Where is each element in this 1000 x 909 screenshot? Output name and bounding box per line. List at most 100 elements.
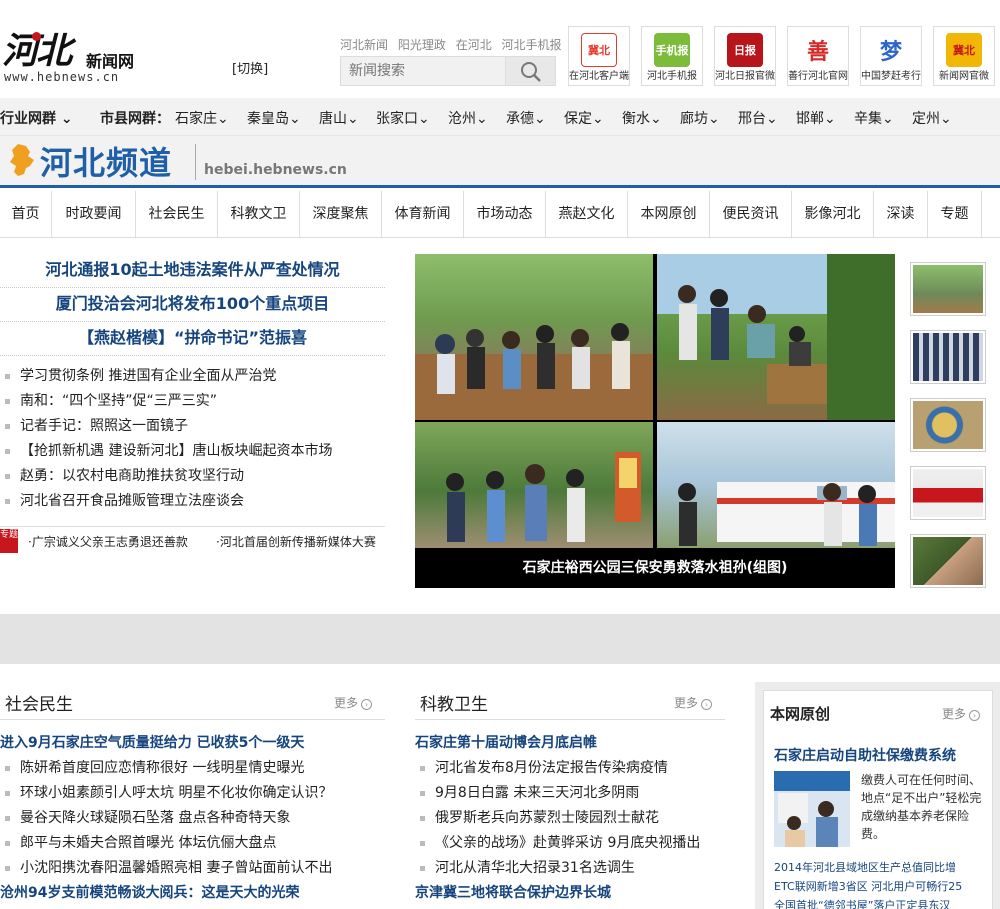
news-weibo-icon: 冀北 <box>946 33 982 67</box>
chevron-down-icon: ⌄ <box>708 111 720 127</box>
switch-link[interactable]: [切换] <box>232 58 268 77</box>
chevron-down-icon: ⌄ <box>824 111 836 127</box>
channel-name: 河北频道 <box>40 144 173 182</box>
app-daily-weibo[interactable]: 日报 河北日报官微 <box>714 26 776 86</box>
search-icon <box>521 62 541 82</box>
region-nav: 行业网群 ⌄ 市县网群： 石家庄⌄ 秦皇岛⌄ 唐山⌄ 张家口⌄ 沧州⌄ 承德⌄ … <box>0 98 1000 136</box>
bullet-icon <box>420 791 425 796</box>
app-label: 中国梦赶考行 <box>861 71 921 82</box>
list-item[interactable]: 2014年河北县域地区生产总值同比增 <box>774 859 956 875</box>
bullet-icon <box>5 374 10 379</box>
slide-thumbnail[interactable] <box>910 534 986 588</box>
section-title: 本网原创 <box>770 705 831 723</box>
chevron-down-icon: ⌄ <box>882 111 894 127</box>
region-item[interactable]: 邢台⌄ <box>738 108 778 128</box>
tab-home[interactable]: 首页 <box>0 191 52 237</box>
slide-caption[interactable]: 石家庄裕西公园三保安勇救落水祖孙(组图) <box>415 548 895 588</box>
chevron-down-icon: ⌄ <box>766 111 778 127</box>
tab-deep-read[interactable]: 深读 <box>874 191 928 237</box>
top-link[interactable]: 在河北 <box>456 38 492 52</box>
more-link[interactable]: 更多 › <box>334 694 373 711</box>
chevron-down-icon: ⌄ <box>347 111 359 127</box>
bullet-icon <box>5 816 10 821</box>
bullet-icon <box>5 474 10 479</box>
app-links: 冀北 在河北客户端 手机报 河北手机报 日报 河北日报官微 善 善行河北官网 梦… <box>568 26 998 88</box>
site-header: 河北 新闻网 www.hebnews.cn [切换] 河北新闻 阳光理政 在河北… <box>0 0 1000 98</box>
headline-link[interactable]: 【燕赵楷模】“拼命书记”范振喜 <box>0 322 385 356</box>
more-link[interactable]: 更多 › <box>942 705 981 722</box>
chevron-down-icon: ⌄ <box>217 111 229 127</box>
headline-link[interactable]: 厦门投洽会河北将发布100个重点项目 <box>0 288 385 322</box>
bullet-icon <box>420 841 425 846</box>
region-item[interactable]: 保定⌄ <box>564 108 604 128</box>
app-zaihebei[interactable]: 冀北 在河北客户端 <box>568 26 630 86</box>
section-title: 科教卫生 <box>420 695 488 715</box>
top-link[interactable]: 阳光理政 <box>398 38 446 52</box>
lead-link[interactable]: 进入9月石家庄空气质量挺给力 已收获5个一级天 <box>0 732 304 752</box>
tab-services[interactable]: 便民资讯 <box>710 191 792 237</box>
special-link[interactable]: ·河北首届创新传播新媒体大赛 <box>216 533 376 550</box>
lead-link[interactable]: 京津冀三地将联合保护边界长城 <box>415 882 611 902</box>
tab-in-depth[interactable]: 深度聚焦 <box>300 191 382 237</box>
logo-mark: 河北 <box>2 30 72 72</box>
channel-host: hebei.hebnews.cn <box>204 162 347 178</box>
region-item[interactable]: 衡水⌄ <box>622 108 662 128</box>
region-item[interactable]: 邯郸⌄ <box>796 108 836 128</box>
slide-thumbnail[interactable] <box>910 330 986 384</box>
tab-politics[interactable]: 时政要闻 <box>52 191 136 237</box>
app-label: 在河北客户端 <box>569 71 629 82</box>
tab-market[interactable]: 市场动态 <box>464 191 546 237</box>
section-original: 本网原创 更多 › 石家庄启动自助社保缴费系统 缴费人可在任何时间、地点“足不出户… <box>755 682 1000 909</box>
list-item[interactable]: ETC联网新增3省区 河北用户可畅行25 <box>774 878 962 894</box>
chevron-down-icon: ⌄ <box>476 111 488 127</box>
app-news-weibo[interactable]: 冀北 新闻网官微 <box>933 26 995 86</box>
lead-link[interactable]: 石家庄启动自助社保缴费系统 <box>774 745 956 765</box>
slide-thumbnail[interactable] <box>910 398 986 452</box>
chevron-down-icon: ⌄ <box>534 111 546 127</box>
main-nav: 首页 时政要闻 社会民生 科教文卫 深度聚焦 体育新闻 市场动态 燕赵文化 本网… <box>0 191 1000 238</box>
app-shanxing[interactable]: 善 善行河北官网 <box>787 26 849 86</box>
more-link[interactable]: 更多 › <box>674 694 713 711</box>
slide-thumbnail[interactable] <box>910 262 986 316</box>
region-item[interactable]: 张家口⌄ <box>376 108 430 128</box>
tab-society[interactable]: 社会民生 <box>136 191 218 237</box>
slide-photo <box>415 254 653 420</box>
app-chinadream[interactable]: 梦 中国梦赶考行 <box>860 26 922 86</box>
bullet-icon <box>5 449 10 454</box>
search-button[interactable] <box>505 57 555 85</box>
top-link[interactable]: 河北新闻 <box>340 38 388 52</box>
tab-photos[interactable]: 影像河北 <box>792 191 874 237</box>
app-label: 新闻网官微 <box>939 71 989 82</box>
tab-topics[interactable]: 专题 <box>928 191 982 237</box>
region-item[interactable]: 定州⌄ <box>912 108 952 128</box>
region-item[interactable]: 廊坊⌄ <box>680 108 720 128</box>
tab-science[interactable]: 科教文卫 <box>218 191 300 237</box>
site-logo[interactable]: 河北 新闻网 www.hebnews.cn <box>2 22 152 86</box>
app-label: 善行河北官网 <box>788 71 848 82</box>
logo-url: www.hebnews.cn <box>4 70 120 84</box>
special-link[interactable]: ·广宗诚义父亲王志勇退还善款 <box>28 533 188 550</box>
region-item[interactable]: 石家庄⌄ <box>175 108 229 128</box>
photo-slideshow[interactable]: 石家庄裕西公园三保安勇救落水祖孙(组图) <box>415 254 895 588</box>
tab-culture[interactable]: 燕赵文化 <box>546 191 628 237</box>
region-item[interactable]: 辛集⌄ <box>854 108 894 128</box>
top-link[interactable]: 河北手机报 <box>502 38 562 52</box>
tab-sports[interactable]: 体育新闻 <box>382 191 464 237</box>
slide-thumbnail[interactable] <box>910 466 986 520</box>
lead-link[interactable]: 石家庄第十届动博会月底启帷 <box>415 732 597 752</box>
bullet-icon <box>5 791 10 796</box>
region-item[interactable]: 承德⌄ <box>506 108 546 128</box>
industry-group-menu[interactable]: 行业网群 ⌄ <box>0 108 73 128</box>
lead-link[interactable]: 沧州94岁支前模范畅谈大阅兵：这是天大的光荣 <box>0 882 299 902</box>
headline-link[interactable]: 河北通报10起土地违法案件从严查处情况 <box>0 254 385 288</box>
tab-original[interactable]: 本网原创 <box>628 191 710 237</box>
app-mobile-paper[interactable]: 手机报 河北手机报 <box>641 26 703 86</box>
original-photo[interactable] <box>774 771 850 847</box>
special-topics: 专题 ·广宗诚义父亲王志勇退还善款 ·河北首届创新传播新媒体大赛 <box>0 526 385 554</box>
region-item[interactable]: 沧州⌄ <box>448 108 488 128</box>
search-input[interactable] <box>341 57 507 85</box>
list-item[interactable]: 全国首批“德邻书屋”落户正定县东汉 <box>774 897 950 909</box>
mobile-paper-icon: 手机报 <box>654 33 690 67</box>
region-item[interactable]: 唐山⌄ <box>319 108 359 128</box>
region-item[interactable]: 秦皇岛⌄ <box>247 108 301 128</box>
